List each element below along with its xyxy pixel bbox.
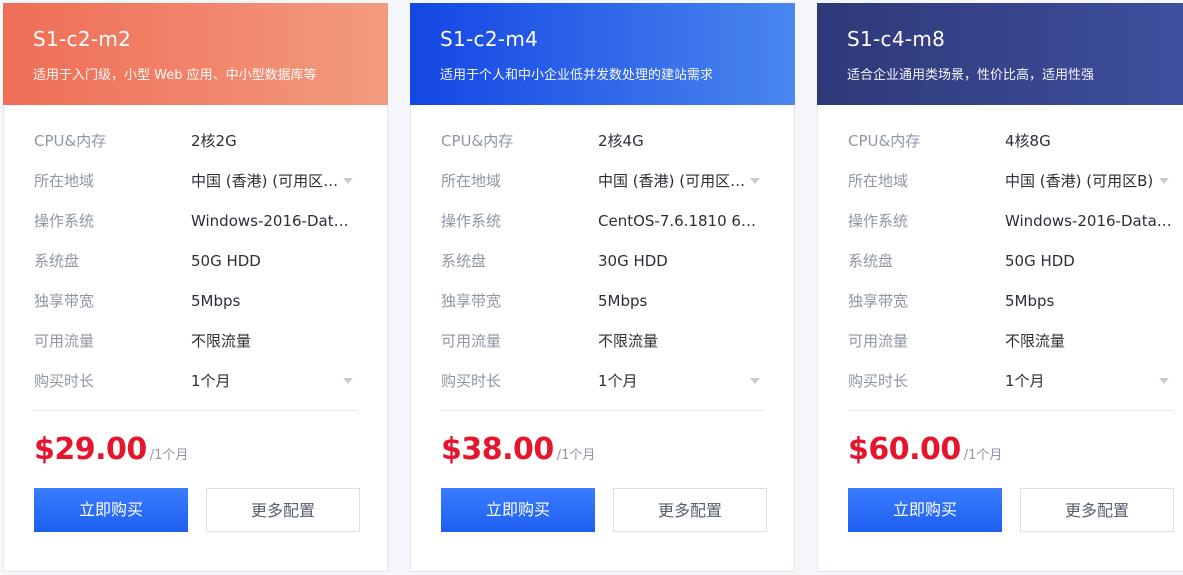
spec-label: 所在地域 xyxy=(441,172,502,190)
spec-row-duration[interactable]: 购买时长 1个月 xyxy=(34,361,357,401)
price: $38.00/1个月 xyxy=(441,432,595,467)
spec-row-disk: 系统盘 30G HDD xyxy=(441,241,764,281)
spec-value: 30G HDD xyxy=(598,252,668,270)
spec-label: 系统盘 xyxy=(441,252,487,270)
buy-now-button[interactable]: 立即购买 xyxy=(848,488,1002,532)
plan-name: S1-c4-m8 xyxy=(847,27,946,51)
spec-row-traffic: 可用流量 不限流量 xyxy=(848,321,1173,361)
spec-value: Windows-2016-Datacenter xyxy=(191,212,357,230)
price: $60.00/1个月 xyxy=(848,432,1002,467)
plan-name: S1-c2-m2 xyxy=(33,27,132,51)
price-amount: $60.00 xyxy=(848,432,961,467)
spec-label: 购买时长 xyxy=(441,372,502,390)
spec-value: 不限流量 xyxy=(598,332,659,350)
region-select[interactable]: 中国 (香港) (可用区B) xyxy=(1005,161,1155,201)
more-config-button[interactable]: 更多配置 xyxy=(206,488,360,532)
chevron-down-icon[interactable] xyxy=(1159,178,1169,184)
spec-row-region[interactable]: 所在地域 中国 (香港) (可用区B) xyxy=(441,161,764,201)
more-config-button[interactable]: 更多配置 xyxy=(1020,488,1174,532)
spec-label: 可用流量 xyxy=(34,332,95,350)
buy-now-button[interactable]: 立即购买 xyxy=(441,488,595,532)
spec-row-traffic: 可用流量 不限流量 xyxy=(441,321,764,361)
spec-row-cpu-mem: CPU&内存 4核8G xyxy=(848,121,1173,161)
chevron-down-icon[interactable] xyxy=(750,178,760,184)
spec-label: CPU&内存 xyxy=(848,132,921,150)
spec-value: 5Mbps xyxy=(191,292,241,310)
spec-row-traffic: 可用流量 不限流量 xyxy=(34,321,357,361)
plan-header: S1-c2-m4 适用于个人和中小企业低并发数处理的建站需求 xyxy=(410,3,795,105)
plan-header: S1-c2-m2 适用于入门级，小型 Web 应用、中小型数据库等 xyxy=(3,3,388,105)
spec-value: 4核8G xyxy=(1005,132,1051,150)
spec-row-os: 操作系统 Windows-2016-Datacenter xyxy=(34,201,357,241)
spec-row-bandwidth: 独享带宽 5Mbps xyxy=(441,281,764,321)
spec-label: 购买时长 xyxy=(34,372,95,390)
spec-row-bandwidth: 独享带宽 5Mbps xyxy=(848,281,1173,321)
price-period: /1个月 xyxy=(556,448,596,463)
plan-description: 适用于个人和中小企业低并发数处理的建站需求 xyxy=(440,68,714,83)
price-period: /1个月 xyxy=(963,448,1003,463)
spec-row-duration[interactable]: 购买时长 1个月 xyxy=(441,361,764,401)
spec-value: 50G HDD xyxy=(1005,252,1075,270)
spec-label: 购买时长 xyxy=(848,372,909,390)
spec-value: 5Mbps xyxy=(598,292,648,310)
spec-label: 独享带宽 xyxy=(441,292,502,310)
spec-label: 所在地域 xyxy=(34,172,95,190)
spec-label: 系统盘 xyxy=(848,252,894,270)
spec-label: 独享带宽 xyxy=(848,292,909,310)
divider xyxy=(848,410,1173,411)
spec-row-disk: 系统盘 50G HDD xyxy=(34,241,357,281)
spec-label: 操作系统 xyxy=(441,212,502,230)
divider xyxy=(441,410,764,411)
spec-value: CentOS-7.6.1810 64位 xyxy=(598,212,764,230)
spec-row-os: 操作系统 CentOS-7.6.1810 64位 xyxy=(441,201,764,241)
spec-value: 5Mbps xyxy=(1005,292,1055,310)
spec-label: 操作系统 xyxy=(848,212,909,230)
price-period: /1个月 xyxy=(149,448,189,463)
spec-label: 可用流量 xyxy=(441,332,502,350)
spec-row-cpu-mem: CPU&内存 2核4G xyxy=(441,121,764,161)
spec-value: 2核4G xyxy=(598,132,644,150)
spec-row-os: 操作系统 Windows-2016-Datacenter xyxy=(848,201,1173,241)
plan-name: S1-c2-m4 xyxy=(440,27,539,51)
price-amount: $29.00 xyxy=(34,432,147,467)
spec-label: 所在地域 xyxy=(848,172,909,190)
spec-label: 系统盘 xyxy=(34,252,80,270)
divider xyxy=(34,410,357,411)
duration-select[interactable]: 1个月 xyxy=(191,361,339,401)
spec-label: 可用流量 xyxy=(848,332,909,350)
chevron-down-icon[interactable] xyxy=(1159,378,1169,384)
chevron-down-icon[interactable] xyxy=(343,178,353,184)
spec-label: CPU&内存 xyxy=(34,132,107,150)
more-config-button[interactable]: 更多配置 xyxy=(613,488,767,532)
spec-value: 50G HDD xyxy=(191,252,261,270)
spec-value: 不限流量 xyxy=(1005,332,1066,350)
spec-row-disk: 系统盘 50G HDD xyxy=(848,241,1173,281)
region-select[interactable]: 中国 (香港) (可用区B) xyxy=(598,161,746,201)
price-amount: $38.00 xyxy=(441,432,554,467)
spec-label: 操作系统 xyxy=(34,212,95,230)
spec-row-region[interactable]: 所在地域 中国 (香港) (可用区B) xyxy=(848,161,1173,201)
spec-value: Windows-2016-Datacenter xyxy=(1005,212,1173,230)
spec-row-duration[interactable]: 购买时长 1个月 xyxy=(848,361,1173,401)
chevron-down-icon[interactable] xyxy=(343,378,353,384)
chevron-down-icon[interactable] xyxy=(750,378,760,384)
plan-card-s1-c2-m2: S1-c2-m2 适用于入门级，小型 Web 应用、中小型数据库等 CPU&内存… xyxy=(3,3,388,572)
plan-card-s1-c4-m8: S1-c4-m8 适合企业通用类场景，性价比高，适用性强 CPU&内存 4核8G… xyxy=(817,3,1183,572)
plan-description: 适合企业通用类场景，性价比高，适用性强 xyxy=(847,68,1095,83)
spec-label: CPU&内存 xyxy=(441,132,514,150)
plan-header: S1-c4-m8 适合企业通用类场景，性价比高，适用性强 xyxy=(817,3,1183,105)
region-select[interactable]: 中国 (香港) (可用区B) xyxy=(191,161,339,201)
spec-row-bandwidth: 独享带宽 5Mbps xyxy=(34,281,357,321)
duration-select[interactable]: 1个月 xyxy=(598,361,746,401)
spec-value: 不限流量 xyxy=(191,332,252,350)
plan-card-s1-c2-m4: S1-c2-m4 适用于个人和中小企业低并发数处理的建站需求 CPU&内存 2核… xyxy=(410,3,795,572)
spec-value: 2核2G xyxy=(191,132,237,150)
price: $29.00/1个月 xyxy=(34,432,188,467)
plan-description: 适用于入门级，小型 Web 应用、中小型数据库等 xyxy=(33,68,317,83)
spec-row-region[interactable]: 所在地域 中国 (香港) (可用区B) xyxy=(34,161,357,201)
duration-select[interactable]: 1个月 xyxy=(1005,361,1155,401)
spec-row-cpu-mem: CPU&内存 2核2G xyxy=(34,121,357,161)
buy-now-button[interactable]: 立即购买 xyxy=(34,488,188,532)
spec-label: 独享带宽 xyxy=(34,292,95,310)
